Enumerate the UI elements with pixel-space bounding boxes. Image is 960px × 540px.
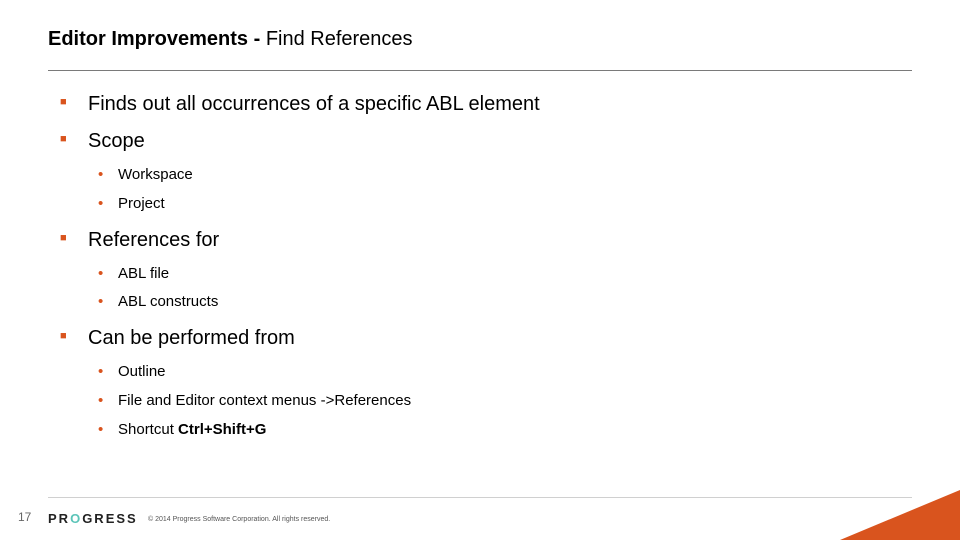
performed-shortcut: Shortcut Ctrl+Shift+G <box>94 421 880 440</box>
scope-sublist: Workspace Project <box>94 166 880 214</box>
page-number: 17 <box>18 510 31 524</box>
title-bold: Editor Improvements - <box>48 28 266 50</box>
slide: Editor Improvements - Find References Fi… <box>0 0 960 540</box>
progress-logo: PROGRESS <box>48 511 138 526</box>
bullet-finds: Finds out all occurrences of a specific … <box>60 92 880 117</box>
footer-divider <box>48 497 912 498</box>
copyright-text: © 2014 Progress Software Corporation. Al… <box>148 516 330 523</box>
bullet-references-for: References for <box>60 228 880 253</box>
performed-outline: Outline <box>94 363 880 382</box>
title-rest: Find References <box>266 28 413 50</box>
reffor-ablfile: ABL file <box>94 265 880 284</box>
performed-sublist: Outline File and Editor context menus ->… <box>94 363 880 439</box>
performed-contextmenus: File and Editor context menus ->Referenc… <box>94 392 880 411</box>
reffor-sublist: ABL file ABL constructs <box>94 265 880 313</box>
reffor-ablconstructs: ABL constructs <box>94 293 880 312</box>
title-underline <box>48 70 912 71</box>
bullet-scope: Scope <box>60 129 880 154</box>
logo-part1: PR <box>48 511 70 526</box>
content-area: Finds out all occurrences of a specific … <box>60 92 880 453</box>
logo-part2: O <box>70 511 82 526</box>
corner-wedge-icon <box>840 490 960 540</box>
slide-title: Editor Improvements - Find References <box>48 28 413 51</box>
scope-project: Project <box>94 195 880 214</box>
shortcut-keys: Ctrl+Shift+G <box>178 421 266 438</box>
bullet-performed-from: Can be performed from <box>60 326 880 351</box>
shortcut-prefix: Shortcut <box>118 421 178 438</box>
scope-workspace: Workspace <box>94 166 880 185</box>
logo-part3: GRESS <box>82 511 138 526</box>
